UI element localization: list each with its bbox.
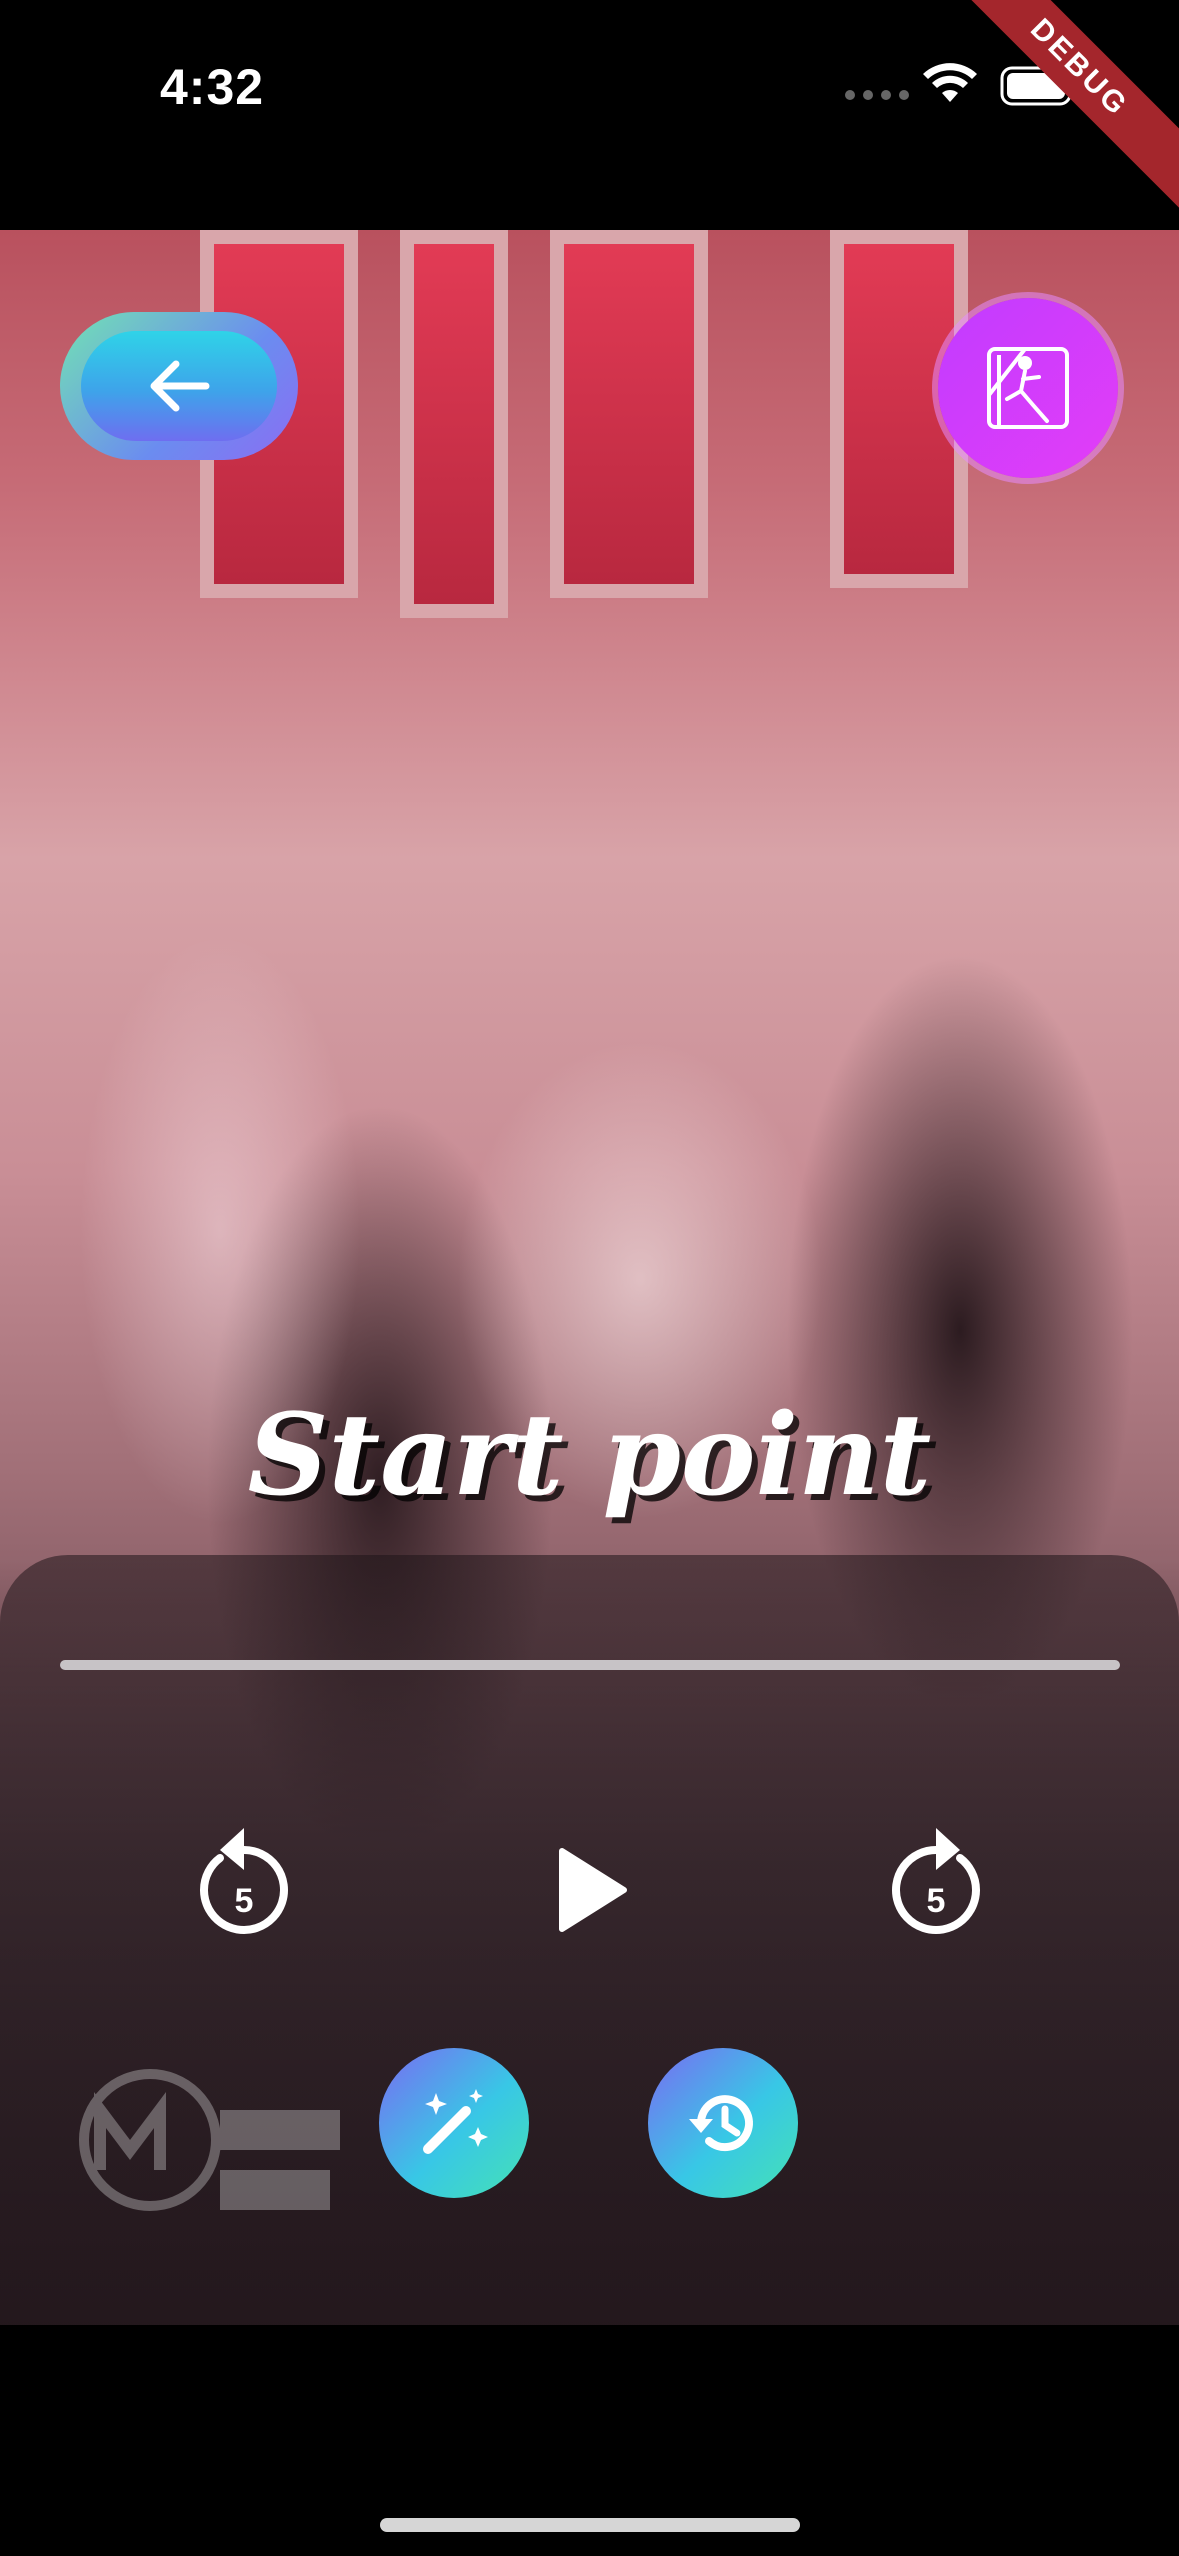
broadcaster-watermark-logo <box>79 2069 340 2211</box>
start-point-title: Start point <box>247 1390 932 1521</box>
play-button[interactable] <box>552 1845 632 1935</box>
stage-backdrop <box>550 230 708 598</box>
magic-wand-button[interactable] <box>379 2048 529 2198</box>
forward-5-button[interactable]: 5 <box>882 1820 990 1950</box>
rewind-seconds: 5 <box>234 1882 254 1920</box>
history-icon <box>689 2095 753 2152</box>
play-icon <box>559 1848 627 1932</box>
pose-model-button[interactable] <box>938 298 1118 478</box>
status-bar: 4:32 <box>0 0 1179 230</box>
forward-seconds: 5 <box>926 1882 946 1920</box>
status-time: 4:32 <box>160 59 265 115</box>
magic-wand-icon <box>423 2089 488 2154</box>
stage-backdrop <box>400 230 508 618</box>
history-button[interactable] <box>648 2048 798 2198</box>
arrow-left-icon <box>150 360 210 412</box>
rewind-5-button[interactable]: 5 <box>190 1820 298 1950</box>
keypoint-figure-icon <box>987 347 1069 429</box>
cellular-signal-icon <box>845 90 909 100</box>
home-indicator[interactable] <box>380 2518 800 2532</box>
wifi-icon <box>923 63 977 102</box>
progress-bar[interactable] <box>60 1660 1120 1670</box>
back-button[interactable] <box>60 312 298 460</box>
